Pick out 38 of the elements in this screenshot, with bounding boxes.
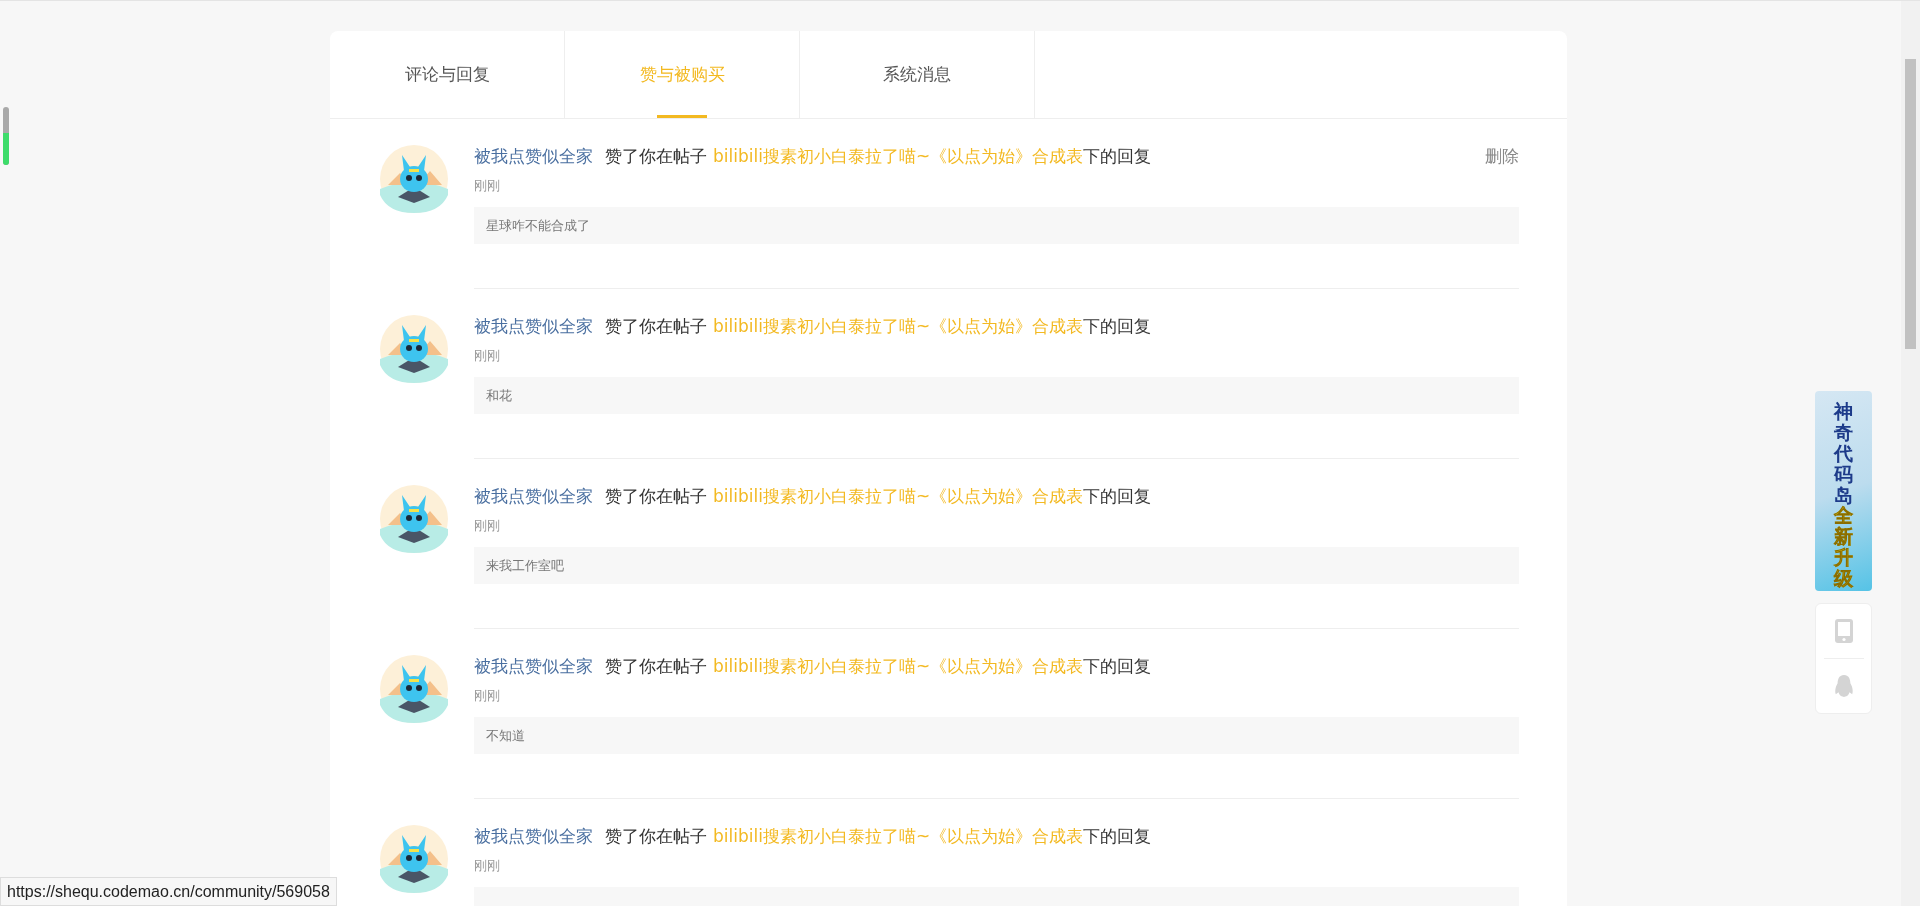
comment-quote: 星球咋不能合成了 bbox=[474, 207, 1519, 244]
user-link[interactable]: 被我点赞似全家 bbox=[474, 655, 593, 677]
suffix-text: 下的回复 bbox=[1083, 316, 1152, 336]
user-link[interactable]: 被我点赞似全家 bbox=[474, 485, 593, 507]
avatar-icon[interactable] bbox=[380, 655, 448, 723]
user-link[interactable]: 被我点赞似全家 bbox=[474, 145, 593, 167]
avatar-icon[interactable] bbox=[380, 485, 448, 553]
user-link[interactable]: 被我点赞似全家 bbox=[474, 315, 593, 337]
timestamp: 刚刚 bbox=[474, 857, 501, 875]
timestamp: 刚刚 bbox=[474, 687, 501, 705]
action-text: 赞了你在帖子 bbox=[605, 825, 707, 847]
banner-subtitle: 全新升级 bbox=[1834, 505, 1853, 589]
comment-quote: 和花 bbox=[474, 377, 1519, 414]
avatar-icon[interactable] bbox=[380, 145, 448, 213]
user-link[interactable]: 被我点赞似全家 bbox=[474, 825, 593, 847]
suffix-text: 下的回复 bbox=[1083, 486, 1152, 506]
timestamp: 刚刚 bbox=[474, 347, 501, 365]
banner-title: 神奇代码岛 bbox=[1834, 401, 1853, 506]
action-text: 赞了你在帖子 bbox=[605, 655, 707, 677]
status-url: https://shequ.codemao.cn/community/569058 bbox=[0, 877, 337, 906]
tab[interactable]: 系统消息 bbox=[800, 31, 1035, 118]
avatar-icon[interactable] bbox=[380, 315, 448, 383]
timestamp: 刚刚 bbox=[474, 517, 501, 535]
suffix-text: 下的回复 bbox=[1083, 826, 1152, 846]
suffix-text: 下的回复 bbox=[1083, 146, 1152, 166]
timestamp: 刚刚 bbox=[474, 177, 501, 195]
promo-banner[interactable]: 神奇代码岛 全新升级 bbox=[1815, 391, 1872, 591]
comment-quote: 来我工作室吧 bbox=[474, 547, 1519, 584]
action-text: 赞了你在帖子 bbox=[605, 145, 707, 167]
suffix-text: 下的回复 bbox=[1083, 656, 1152, 676]
delete-link[interactable]: 删除 bbox=[1485, 145, 1519, 167]
comment-quote: 不知道 bbox=[474, 717, 1519, 754]
scroll-thumb[interactable] bbox=[1905, 59, 1916, 349]
action-text: 赞了你在帖子 bbox=[605, 315, 707, 337]
avatar-icon[interactable] bbox=[380, 825, 448, 893]
scrollbar[interactable] bbox=[1901, 1, 1920, 906]
tab[interactable]: 评论与回复 bbox=[330, 31, 565, 118]
action-text: 赞了你在帖子 bbox=[605, 485, 707, 507]
